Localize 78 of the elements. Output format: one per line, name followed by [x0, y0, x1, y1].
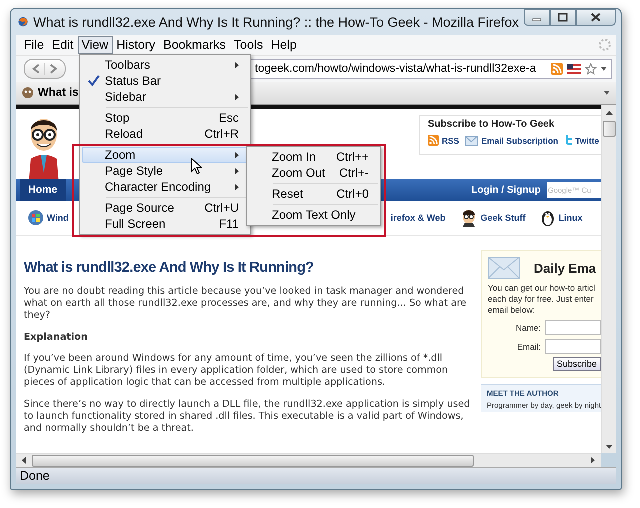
menu-item[interactable]: Page Style	[82, 163, 248, 179]
field-label: Email:	[517, 342, 541, 352]
menu-item[interactable]: Character Encoding	[82, 179, 248, 195]
menu-item[interactable]: Zoom Out Ctrl+-	[249, 165, 378, 181]
scroll-left-arrow-icon[interactable]	[22, 457, 26, 464]
menu-bar-item[interactable]: View	[78, 36, 113, 54]
category-link[interactable]: irefox & Web	[390, 213, 446, 223]
subscribe-link[interactable]: Email Subscription	[465, 135, 558, 146]
status-text: Done	[20, 469, 50, 483]
loading-spinner-icon	[598, 38, 612, 52]
dropdown-caret-icon[interactable]	[601, 67, 607, 71]
back-forward-buttons[interactable]	[24, 59, 66, 79]
close-icon	[591, 13, 601, 22]
subscribe-link[interactable]: RSS	[428, 135, 460, 146]
penguin-icon	[540, 209, 556, 227]
login-link[interactable]: Login / Signup	[472, 184, 541, 196]
horizontal-scrollbar[interactable]	[16, 453, 601, 467]
menu-item[interactable]: Reset Ctrl+0	[249, 186, 378, 202]
vertical-scrollbar[interactable]	[601, 105, 616, 453]
maximize-button[interactable]	[550, 9, 576, 26]
feed-icon	[428, 135, 439, 146]
window-title: What is rundll32.exe And Why Is It Running? :: the How-To Geek - Mozilla Firefox	[34, 14, 519, 30]
home-tab[interactable]: Home	[20, 179, 66, 201]
menu-bar-item[interactable]: Tools	[230, 36, 268, 54]
submenu-arrow-icon	[235, 94, 239, 100]
category-link[interactable]: Wind	[28, 210, 69, 226]
subscribe-link[interactable]: Twitte	[564, 135, 600, 146]
scroll-down-arrow-icon[interactable]	[606, 445, 612, 449]
submenu-arrow-icon	[235, 62, 239, 68]
submenu-arrow-icon	[235, 152, 239, 158]
scroll-thumb[interactable]	[602, 121, 616, 137]
menu-bar-item[interactable]: Edit	[48, 36, 78, 54]
menu-item[interactable]: Zoom Text Only	[249, 207, 378, 223]
menu-bar-item[interactable]: Help	[267, 36, 301, 54]
letter-t-icon	[564, 135, 572, 146]
mouse-pointer-icon	[191, 158, 202, 175]
menu-item[interactable]: Zoom	[82, 147, 248, 163]
menu-item[interactable]: Sidebar	[82, 89, 248, 105]
geek-face-icon	[22, 87, 34, 99]
subscribe-button[interactable]: Subscribe	[552, 357, 601, 371]
star-icon[interactable]	[585, 63, 597, 75]
menu-bar-item[interactable]: Bookmarks	[159, 36, 230, 54]
input-field[interactable]	[545, 320, 601, 335]
scroll-up-arrow-icon[interactable]	[606, 111, 612, 115]
article-paragraph: If you’ve been around Windows for any amount of time, you’ve seen the zillions of *.dll (Dynamic Link Library) files in every application folder, which are used to store common pieces of application logic that can be accessed from multiple applications.	[24, 353, 450, 389]
article-paragraph: Since there’s no way to directly launch a DLL file, the rundll32.exe application is simply used to launch functionality stored in shared .dll files. This executable is a valid part of Windows, and normally shouldn’t be a threat.	[24, 399, 472, 435]
category-link[interactable]: Geek Stuff	[460, 209, 526, 227]
article-paragraph: You are no doubt reading this article because you’ve looked in task manager and wondered what on earth all those rundll32.exe processes are, and why they are running... So what are they?	[24, 286, 468, 322]
menu-bar-item[interactable]: History	[112, 36, 160, 54]
tab-list-caret-icon[interactable]	[604, 91, 610, 95]
article-title: What is rundll32.exe And Why Is It Running?	[24, 260, 315, 276]
newsletter-title: Daily Ema	[534, 260, 596, 276]
close-button[interactable]	[576, 9, 616, 26]
newsletter-text: each day for free. Just enter	[488, 294, 595, 305]
section-heading: Explanation	[24, 332, 89, 343]
scroll-right-arrow-icon[interactable]	[591, 457, 595, 464]
input-field[interactable]	[545, 339, 601, 354]
submenu-arrow-icon	[235, 184, 239, 190]
category-link[interactable]: Linux	[540, 209, 583, 227]
maximize-icon	[558, 13, 568, 22]
field-label: Name:	[516, 322, 541, 332]
scroll-thumb[interactable]	[32, 454, 474, 466]
windows-orb-icon	[28, 210, 44, 226]
menu-item[interactable]: Full Screen F11	[82, 216, 248, 232]
menu-item[interactable]: Stop Esc	[82, 110, 248, 126]
flag-icon	[567, 64, 581, 74]
feed-icon	[551, 63, 563, 75]
menu-item[interactable]: Reload Ctrl+R	[82, 126, 248, 142]
envelope-icon	[465, 136, 478, 146]
menu-item[interactable]: Page Source Ctrl+U	[82, 200, 248, 216]
submenu-arrow-icon	[235, 168, 239, 174]
menu-item[interactable]: Zoom In Ctrl++	[249, 149, 378, 165]
browser-tab[interactable]: What is	[20, 83, 81, 103]
newsletter-text: You can get our how-to articl	[488, 283, 596, 294]
envelope-icon	[488, 257, 520, 279]
newsletter-text: email below:	[488, 305, 536, 316]
subscribe-heading: Subscribe to How-To Geek	[428, 119, 556, 130]
menu-bar-item[interactable]: File	[20, 36, 48, 54]
